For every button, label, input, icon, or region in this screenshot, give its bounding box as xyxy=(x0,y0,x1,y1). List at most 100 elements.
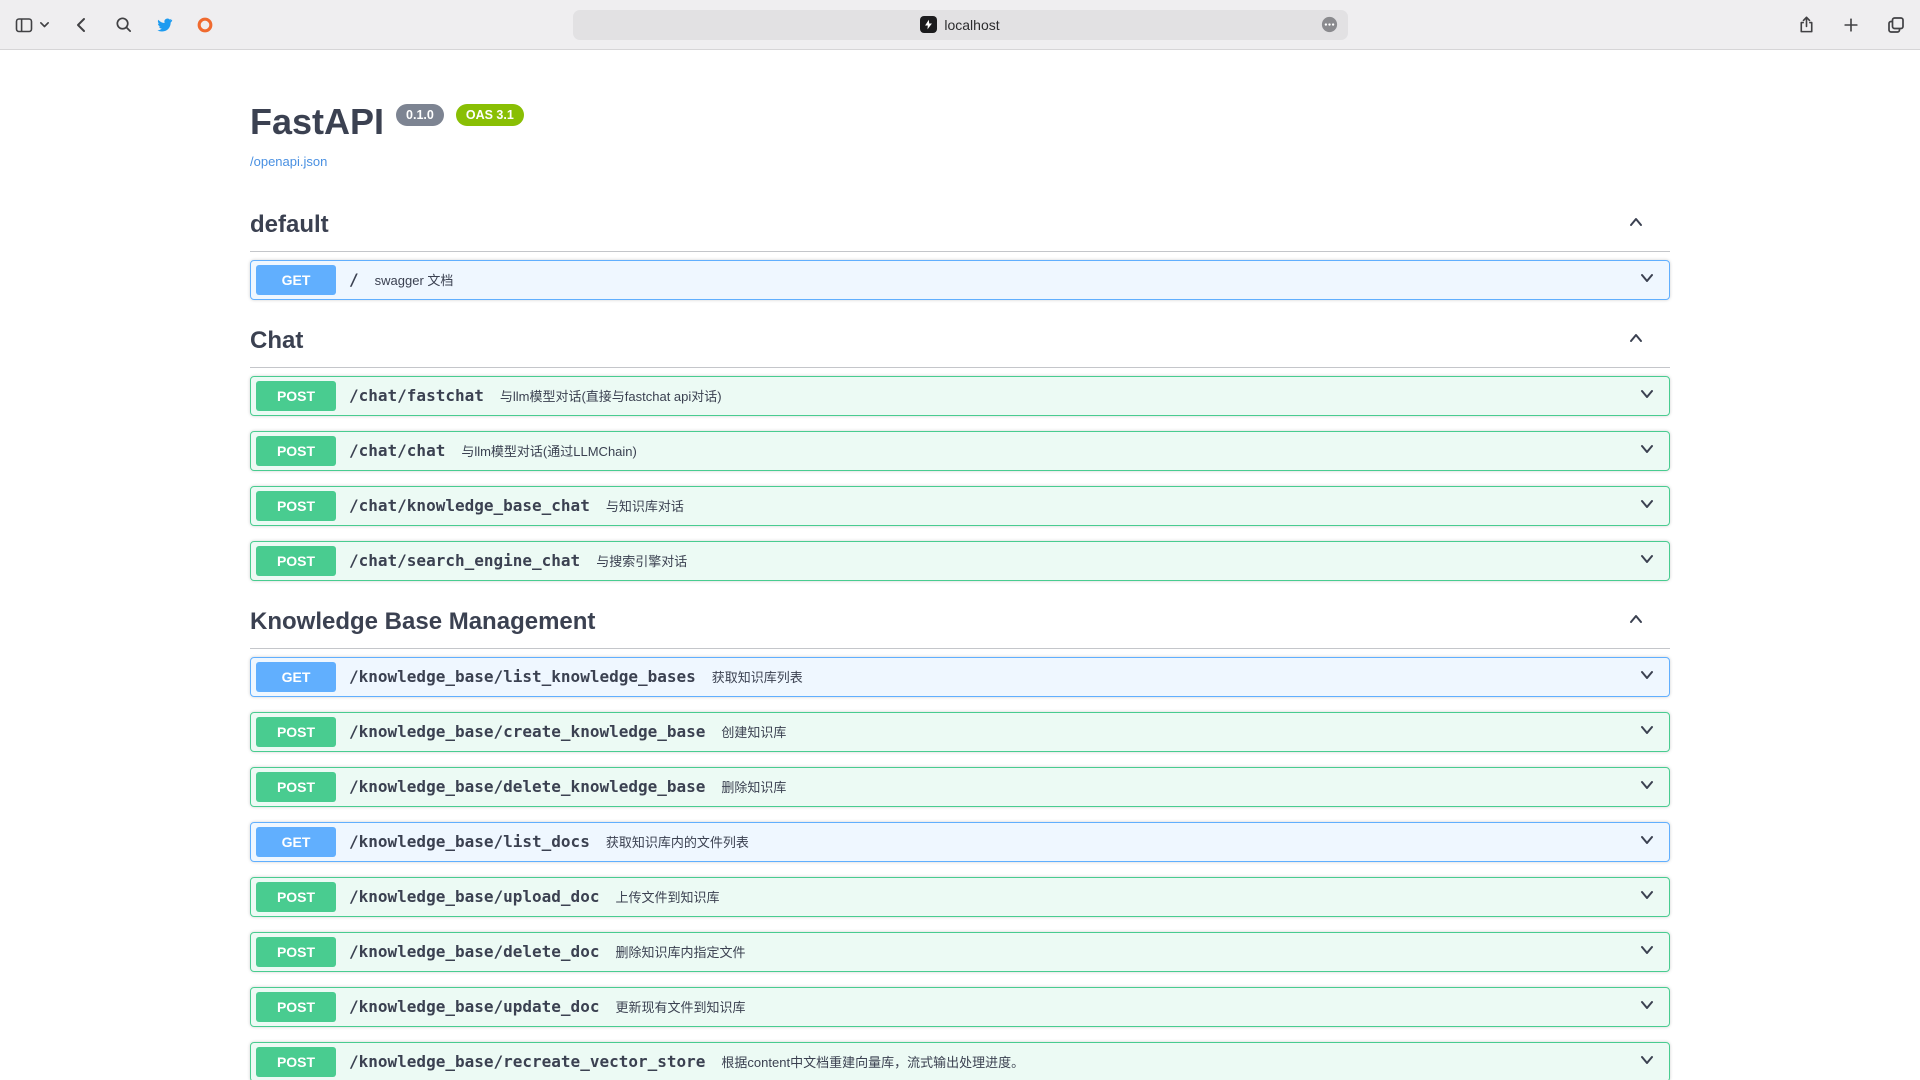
chevron-down-icon[interactable] xyxy=(1637,439,1657,462)
section-operations: GET / swagger 文档 xyxy=(250,252,1670,300)
endpoint-description: 获取知识库列表 xyxy=(712,667,803,686)
chevron-down-icon[interactable] xyxy=(1637,775,1657,798)
version-badge: 0.1.0 xyxy=(396,104,444,126)
new-tab-button[interactable] xyxy=(1842,16,1860,34)
endpoint-row[interactable]: POST /chat/fastchat 与llm模型对话(直接与fastchat… xyxy=(250,376,1670,416)
endpoint-summary-button[interactable]: POST /knowledge_base/create_knowledge_ba… xyxy=(251,713,1669,751)
endpoint-row[interactable]: GET /knowledge_base/list_docs 获取知识库内的文件列… xyxy=(250,822,1670,862)
endpoint-row[interactable]: POST /knowledge_base/create_knowledge_ba… xyxy=(250,712,1670,752)
chevron-down-icon[interactable] xyxy=(1637,384,1657,407)
endpoint-summary-button[interactable]: POST /chat/fastchat 与llm模型对话(直接与fastchat… xyxy=(251,377,1669,415)
section-header[interactable]: Chat xyxy=(250,315,1670,368)
endpoint-description: 与llm模型对话(直接与fastchat api对话) xyxy=(500,386,722,405)
method-badge: POST xyxy=(256,491,336,521)
sidebar-toggle-button[interactable] xyxy=(14,15,34,35)
endpoint-row[interactable]: GET /knowledge_base/list_knowledge_bases… xyxy=(250,657,1670,697)
endpoint-description: 获取知识库内的文件列表 xyxy=(606,832,749,851)
endpoint-summary-button[interactable]: POST /knowledge_base/update_doc 更新现有文件到知… xyxy=(251,988,1669,1026)
endpoint-row[interactable]: POST /chat/search_engine_chat 与搜索引擎对话 xyxy=(250,541,1670,581)
endpoint-path: /knowledge_base/list_docs xyxy=(349,832,590,851)
endpoint-path: /knowledge_base/create_knowledge_base xyxy=(349,722,705,741)
method-badge: POST xyxy=(256,717,336,747)
endpoint-row[interactable]: POST /knowledge_base/delete_knowledge_ba… xyxy=(250,767,1670,807)
chevron-down-icon[interactable] xyxy=(1637,268,1657,291)
openapi-link[interactable]: /openapi.json xyxy=(250,154,327,169)
endpoint-row[interactable]: GET / swagger 文档 xyxy=(250,260,1670,300)
method-badge: POST xyxy=(256,772,336,802)
section-title: Chat xyxy=(250,327,303,355)
tabs-overview-button[interactable] xyxy=(1886,15,1906,35)
page-title: FastAPI xyxy=(250,102,384,142)
method-badge: POST xyxy=(256,436,336,466)
chevron-down-icon[interactable] xyxy=(1637,830,1657,853)
section-operations: POST /chat/fastchat 与llm模型对话(直接与fastchat… xyxy=(250,368,1670,581)
endpoint-row[interactable]: POST /chat/knowledge_base_chat 与知识库对话 xyxy=(250,486,1670,526)
endpoint-path: /knowledge_base/list_knowledge_bases xyxy=(349,667,696,686)
ring-extension-icon xyxy=(196,16,214,34)
chevron-down-icon[interactable] xyxy=(1637,720,1657,743)
api-info: FastAPI 0.1.0 OAS 3.1 /openapi.json xyxy=(250,102,1670,171)
chevron-up-icon[interactable] xyxy=(1626,212,1646,237)
sidebar-menu-button[interactable] xyxy=(39,19,50,30)
endpoint-row[interactable]: POST /knowledge_base/update_doc 更新现有文件到知… xyxy=(250,987,1670,1027)
chevron-up-icon[interactable] xyxy=(1626,328,1646,353)
share-button[interactable] xyxy=(1797,15,1816,34)
endpoint-description: 更新现有文件到知识库 xyxy=(615,997,745,1016)
extension-ring-button[interactable] xyxy=(196,16,214,34)
endpoint-path: /chat/chat xyxy=(349,441,445,460)
section-header[interactable]: Knowledge Base Management xyxy=(250,596,1670,649)
endpoint-summary-button[interactable]: POST /knowledge_base/delete_knowledge_ba… xyxy=(251,768,1669,806)
chevron-up-icon[interactable] xyxy=(1626,609,1646,634)
endpoint-summary-button[interactable]: POST /knowledge_base/recreate_vector_sto… xyxy=(251,1043,1669,1080)
endpoint-summary-button[interactable]: GET /knowledge_base/list_knowledge_bases… xyxy=(251,658,1669,696)
method-badge: POST xyxy=(256,882,336,912)
back-icon xyxy=(72,15,92,35)
search-button[interactable] xyxy=(114,15,133,34)
site-favicon xyxy=(920,16,937,33)
page-menu-button[interactable] xyxy=(1320,15,1339,34)
chevron-down-icon[interactable] xyxy=(1637,885,1657,908)
new-tab-icon xyxy=(1842,16,1860,34)
sidebar-icon xyxy=(14,15,34,35)
section-title: Knowledge Base Management xyxy=(250,608,595,636)
oas-badge: OAS 3.1 xyxy=(456,104,524,126)
chevron-down-icon[interactable] xyxy=(1637,1050,1657,1073)
method-badge: GET xyxy=(256,827,336,857)
endpoint-summary-button[interactable]: POST /knowledge_base/upload_doc 上传文件到知识库 xyxy=(251,878,1669,916)
method-badge: POST xyxy=(256,1047,336,1077)
api-sections: default GET / swagger 文档 Chat xyxy=(250,199,1670,1080)
chevron-down-icon[interactable] xyxy=(1637,940,1657,963)
endpoint-row[interactable]: POST /knowledge_base/delete_doc 删除知识库内指定… xyxy=(250,932,1670,972)
chevron-down-icon[interactable] xyxy=(1637,494,1657,517)
endpoint-description: 与知识库对话 xyxy=(606,496,684,515)
browser-toolbar: localhost xyxy=(0,0,1920,50)
extension-bird-button[interactable] xyxy=(155,15,174,34)
endpoint-path: / xyxy=(349,270,359,289)
endpoint-summary-button[interactable]: POST /chat/search_engine_chat 与搜索引擎对话 xyxy=(251,542,1669,580)
endpoint-description: 上传文件到知识库 xyxy=(615,887,719,906)
endpoint-path: /knowledge_base/delete_knowledge_base xyxy=(349,777,705,796)
endpoint-path: /knowledge_base/delete_doc xyxy=(349,942,599,961)
chevron-down-icon[interactable] xyxy=(1637,995,1657,1018)
api-section: default GET / swagger 文档 xyxy=(250,199,1670,300)
endpoint-summary-button[interactable]: POST /chat/knowledge_base_chat 与知识库对话 xyxy=(251,487,1669,525)
endpoint-row[interactable]: POST /knowledge_base/recreate_vector_sto… xyxy=(250,1042,1670,1080)
chevron-down-icon[interactable] xyxy=(1637,665,1657,688)
swagger-page: FastAPI 0.1.0 OAS 3.1 /openapi.json defa… xyxy=(0,50,1920,1080)
address-text: localhost xyxy=(944,17,999,33)
endpoint-row[interactable]: POST /chat/chat 与llm模型对话(通过LLMChain) xyxy=(250,431,1670,471)
chevron-down-icon[interactable] xyxy=(1637,549,1657,572)
endpoint-summary-button[interactable]: POST /knowledge_base/delete_doc 删除知识库内指定… xyxy=(251,933,1669,971)
endpoint-description: 根据content中文档重建向量库，流式输出处理进度。 xyxy=(721,1052,1024,1071)
back-button[interactable] xyxy=(72,15,92,35)
section-title: default xyxy=(250,211,329,239)
method-badge: POST xyxy=(256,937,336,967)
address-bar[interactable]: localhost xyxy=(573,10,1348,40)
section-header[interactable]: default xyxy=(250,199,1670,252)
endpoint-description: swagger 文档 xyxy=(375,270,454,289)
endpoint-row[interactable]: POST /knowledge_base/upload_doc 上传文件到知识库 xyxy=(250,877,1670,917)
endpoint-summary-button[interactable]: GET /knowledge_base/list_docs 获取知识库内的文件列… xyxy=(251,823,1669,861)
endpoint-path: /chat/fastchat xyxy=(349,386,484,405)
endpoint-summary-button[interactable]: POST /chat/chat 与llm模型对话(通过LLMChain) xyxy=(251,432,1669,470)
endpoint-summary-button[interactable]: GET / swagger 文档 xyxy=(251,261,1669,299)
